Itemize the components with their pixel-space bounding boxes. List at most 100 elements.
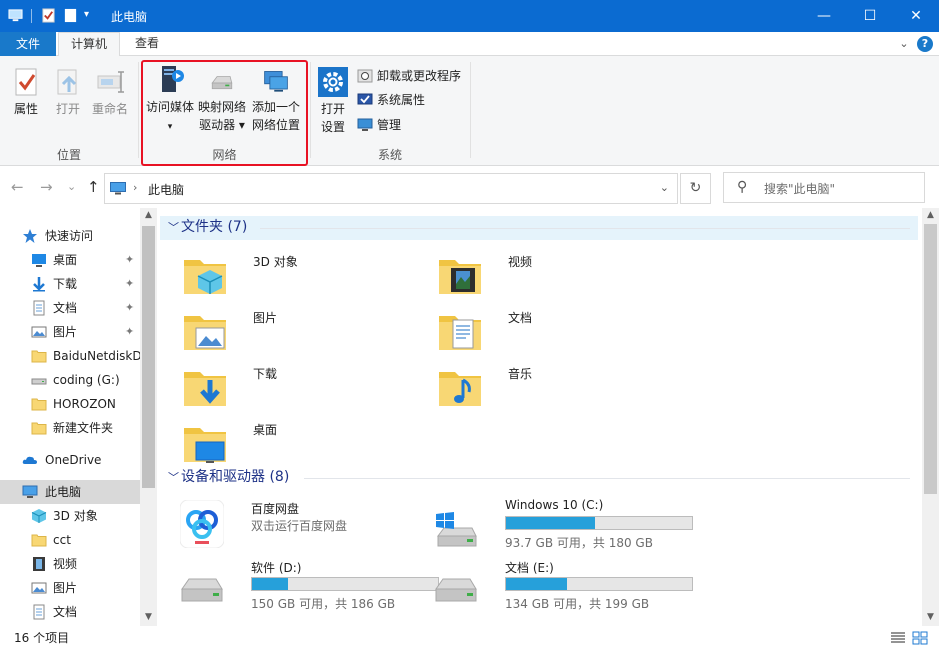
pin-icon: ✦	[125, 301, 135, 314]
nav-label: cct	[53, 533, 71, 547]
content-scrollbar[interactable]: ▲ ▼	[922, 208, 939, 626]
nav-item-folder[interactable]: cct	[0, 528, 140, 552]
uninstall-label: 卸载或更改程序	[377, 69, 462, 83]
nav-scroll-thumb[interactable]	[142, 226, 155, 488]
minimize-button[interactable]: —	[801, 0, 847, 32]
access-media-dropdown-icon: ▾	[167, 122, 173, 132]
scroll-down-button[interactable]: ▼	[140, 610, 157, 624]
video-icon	[33, 557, 45, 571]
map-drive-label-1: 映射网络	[197, 100, 246, 114]
uninstall-programs-button[interactable]: 卸载或更改程序	[357, 66, 461, 86]
group-network-label: 网络	[212, 148, 237, 162]
open-settings-button[interactable]: 打开 设置	[317, 66, 349, 136]
devices-section-header[interactable]: ﹀ 设备和驱动器 (8)	[160, 466, 918, 490]
access-media-button[interactable]: 访问媒体 ▾	[145, 64, 195, 134]
nav-item-quick-access[interactable]: 快速访问	[0, 224, 140, 248]
media-server-icon	[162, 66, 184, 92]
folder-item-videos[interactable]: 视频	[437, 252, 667, 306]
folder-item-music[interactable]: 音乐	[437, 364, 667, 418]
close-button[interactable]: ✕	[893, 0, 939, 32]
drive-usage-fill	[252, 578, 289, 590]
rename-button[interactable]: 重命名	[91, 66, 129, 118]
add-network-location-button[interactable]: 添加一个 网络位置	[250, 68, 302, 134]
download-icon	[33, 277, 45, 292]
network-location-icon	[264, 71, 288, 92]
recent-locations-button[interactable]: ⌄	[67, 180, 76, 193]
nav-label: 图片	[53, 581, 78, 595]
folder-name: 3D 对象	[253, 255, 298, 269]
address-field[interactable]: › 此电脑 ⌄	[104, 173, 678, 204]
nav-item-documents[interactable]: 文档	[0, 600, 140, 624]
folder-item-3d-objects[interactable]: 3D 对象	[182, 252, 412, 306]
open-button[interactable]: 打开	[52, 66, 84, 118]
folder-item-downloads[interactable]: 下载	[182, 364, 412, 418]
title-bar: ▾ 此电脑 — ☐ ✕	[0, 0, 939, 32]
folder-item-documents[interactable]: 文档	[437, 308, 667, 362]
scroll-up-button[interactable]: ▲	[922, 208, 939, 222]
address-dropdown-icon[interactable]: ⌄	[660, 181, 669, 194]
access-media-label: 访问媒体	[145, 100, 194, 114]
nav-item-this-pc[interactable]: 此电脑	[0, 480, 140, 504]
back-button[interactable]: ←	[11, 178, 24, 196]
nav-item-folder[interactable]: HOROZON	[0, 392, 140, 416]
nav-item-pictures[interactable]: 图片	[0, 576, 140, 600]
device-item-drive-c[interactable]: Windows 10 (C:) 93.7 GB 可用，共 180 GB	[434, 498, 694, 558]
device-item-baidu-netdisk[interactable]: 百度网盘 双击运行百度网盘	[180, 500, 440, 560]
properties-check-icon[interactable]	[41, 8, 56, 23]
nav-item-documents[interactable]: 文档 ✦	[0, 296, 140, 320]
customize-toolbar-icon[interactable]: ▾	[84, 9, 89, 20]
tab-view[interactable]: 查看	[124, 32, 170, 57]
folder-item-pictures[interactable]: 图片	[182, 308, 412, 362]
nav-item-drive[interactable]: coding (G:)	[0, 368, 140, 392]
manage-button[interactable]: 管理	[357, 115, 401, 135]
nav-item-videos[interactable]: 视频	[0, 552, 140, 576]
nav-scrollbar[interactable]: ▲ ▼	[140, 208, 157, 626]
breadcrumb-separator: ›	[133, 181, 138, 194]
scroll-down-button[interactable]: ▼	[922, 610, 939, 624]
forward-button[interactable]: →	[40, 178, 53, 196]
title-separator	[31, 9, 32, 23]
system-properties-button[interactable]: 系统属性	[357, 90, 425, 110]
content-scroll-thumb[interactable]	[924, 224, 937, 494]
nav-item-onedrive[interactable]: OneDrive	[0, 448, 140, 472]
scroll-up-button[interactable]: ▲	[140, 208, 157, 222]
content-pane: ﹀ 文件夹 (7) 3D 对象 视频 图片 文档 下载 音乐 桌面 ﹀ 设备和驱…	[160, 208, 922, 626]
device-item-drive-e[interactable]: 文档 (E:) 134 GB 可用，共 199 GB	[434, 559, 694, 619]
nav-item-folder[interactable]: BaiduNetdiskD	[0, 344, 140, 368]
documents-folder-icon	[439, 316, 481, 350]
nav-label: HOROZON	[53, 397, 116, 411]
nav-item-3d-objects[interactable]: 3D 对象	[0, 504, 140, 528]
device-item-drive-d[interactable]: 软件 (D:) 150 GB 可用，共 186 GB	[180, 559, 440, 619]
new-folder-icon[interactable]	[63, 8, 78, 23]
settings-gear-icon	[318, 67, 348, 97]
devices-section-title: 设备和驱动器 (8)	[181, 469, 290, 485]
ribbon-expand-icon[interactable]: ⌄	[896, 36, 912, 52]
large-icons-view-icon[interactable]	[912, 630, 928, 646]
maximize-button[interactable]: ☐	[847, 0, 893, 32]
device-name: 百度网盘	[251, 502, 300, 516]
breadcrumb-this-pc[interactable]: 此电脑	[148, 181, 184, 198]
search-box[interactable]: ⚲ 搜索"此电脑"	[723, 172, 925, 203]
nav-label: 新建文件夹	[53, 421, 114, 435]
map-network-drive-button[interactable]: 映射网络 驱动器 ▾	[196, 70, 248, 134]
properties-button[interactable]: 属性	[10, 66, 42, 118]
ribbon-group-separator	[138, 62, 139, 158]
open-settings-label-1: 打开	[320, 102, 345, 116]
properties-icon	[15, 68, 37, 96]
drive-free-space: 93.7 GB 可用，共 180 GB	[505, 536, 653, 550]
nav-item-downloads[interactable]: 下载 ✦	[0, 272, 140, 296]
refresh-button[interactable]: ↻	[680, 173, 711, 204]
nav-label: 此电脑	[45, 485, 82, 499]
tab-computer[interactable]: 计算机	[58, 32, 120, 57]
search-icon: ⚲	[737, 179, 748, 195]
folders-section-header[interactable]: ﹀ 文件夹 (7)	[160, 216, 918, 240]
nav-item-folder[interactable]: 新建文件夹	[0, 416, 140, 440]
tab-file[interactable]: 文件	[0, 32, 56, 56]
nav-label: 文档	[53, 301, 78, 315]
nav-label: 快速访问	[45, 229, 94, 243]
up-button[interactable]: ↑	[87, 178, 100, 196]
details-view-icon[interactable]	[890, 630, 906, 646]
nav-item-desktop[interactable]: 桌面 ✦	[0, 248, 140, 272]
nav-item-pictures[interactable]: 图片 ✦	[0, 320, 140, 344]
help-icon[interactable]: ?	[917, 36, 933, 52]
